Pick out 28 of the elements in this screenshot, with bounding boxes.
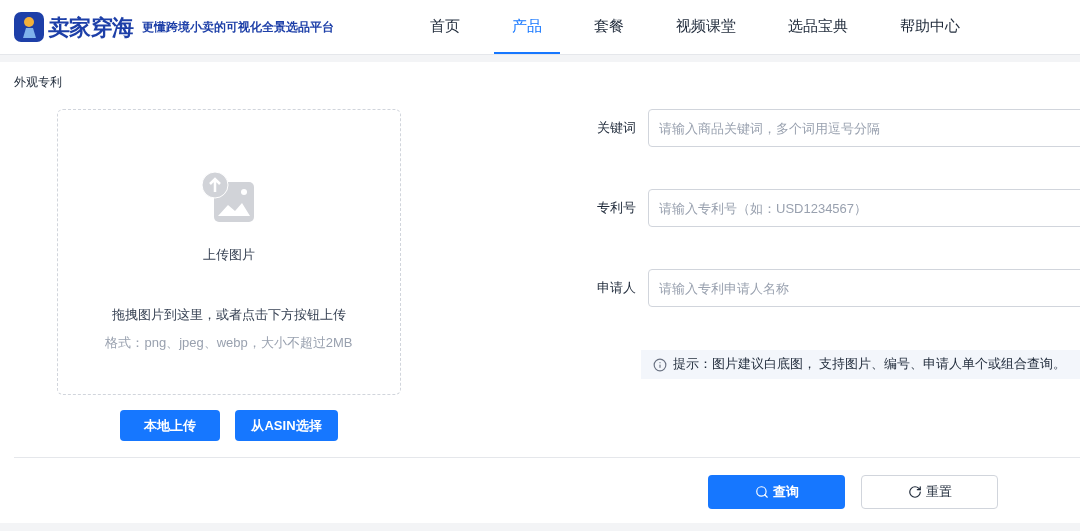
nav-tab[interactable]: 首页 [412, 0, 478, 54]
upload-instruction: 拖拽图片到这里，或者点击下方按钮上传 [112, 305, 346, 324]
nav-tab[interactable]: 选品宝典 [770, 0, 866, 54]
field-label: 专利号 [596, 199, 636, 218]
input-field[interactable]: 请输入专利申请人名称 [648, 269, 1080, 307]
upload-dropzone[interactable]: 上传图片 拖拽图片到这里，或者点击下方按钮上传 格式：png、jpeg、webp，大小不超过2MB [57, 109, 401, 395]
upload-button[interactable]: 本地上传 [120, 410, 221, 441]
nav-tab[interactable]: 视频课堂 [658, 0, 754, 54]
upload-title: 上传图片 [203, 246, 255, 264]
brand-name: 卖家穿海 [48, 13, 134, 42]
image-upload-icon [202, 172, 256, 224]
search-icon [754, 485, 769, 499]
upload-button[interactable]: 从ASIN选择 [235, 410, 338, 441]
field-label: 关键词 [596, 119, 636, 138]
hint-text: 提示：图片建议白底图， 支持图片、编号、申请人单个或组合查询。 [673, 356, 1067, 374]
field-label: 申请人 [596, 279, 636, 298]
brand-slogan: 更懂跨境小卖的可视化全景选品平台 [141, 19, 334, 36]
reset-button[interactable]: 重置 [861, 475, 998, 509]
nav-tab[interactable]: 套餐 [576, 0, 642, 54]
upload-format-note: 格式：png、jpeg、webp，大小不超过2MB [105, 334, 353, 352]
nav-tab[interactable]: 帮助中心 [882, 0, 978, 54]
refresh-icon [907, 485, 922, 499]
info-icon [653, 357, 667, 372]
section-title: 外观专利 [14, 74, 63, 91]
input-field[interactable]: 请输入商品关键词，多个词用逗号分隔 [648, 109, 1080, 147]
mascot-logo-icon [14, 12, 44, 42]
input-field[interactable]: 请输入专利号（如：USD1234567） [648, 189, 1080, 227]
query-button[interactable]: 查询 [708, 475, 845, 509]
